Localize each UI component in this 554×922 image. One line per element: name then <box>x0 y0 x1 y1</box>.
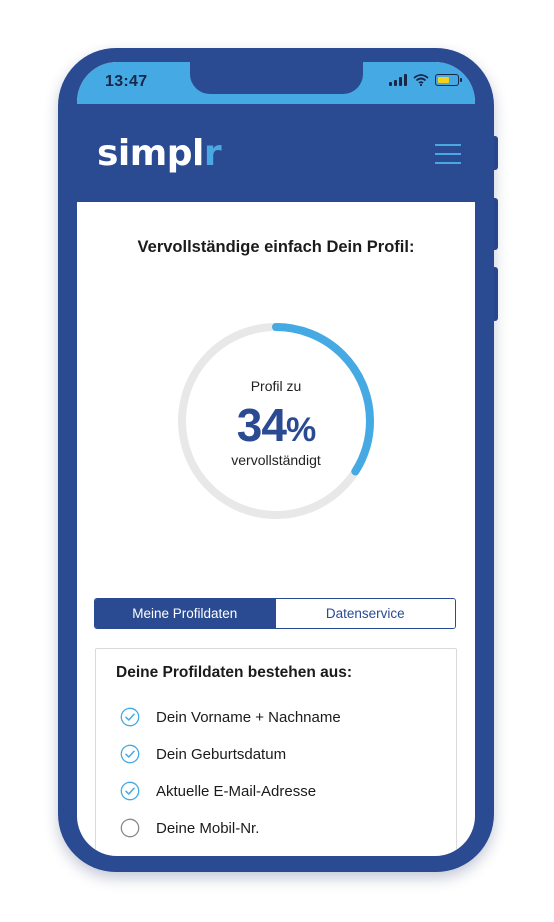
tab-datenservice[interactable]: Datenservice <box>274 599 455 628</box>
list-item: Dein Vorname + Nachname <box>120 707 341 727</box>
status-bar: 13:47 <box>77 62 475 104</box>
simplr-logo[interactable]: simplr <box>97 133 222 174</box>
list-item-label: Dein Vorname + Nachname <box>156 708 341 726</box>
status-icons <box>389 74 462 86</box>
profile-tabs: Meine Profildaten Datenservice <box>94 598 456 629</box>
profile-progress-ring: Profil zu 34% vervollständigt <box>175 320 377 522</box>
list-item-label: Deine Mobil-Nr. <box>156 819 260 837</box>
empty-circle-icon <box>120 818 140 838</box>
check-circle-icon <box>120 707 140 727</box>
progress-value: 34% <box>236 399 316 451</box>
signal-icon <box>389 74 407 86</box>
status-time: 13:47 <box>105 73 148 90</box>
progress-label-bottom: vervollständigt <box>231 452 321 468</box>
list-item-label: Aktuelle E-Mail-Adresse <box>156 782 317 800</box>
check-circle-icon <box>120 781 140 801</box>
hamburger-menu-icon[interactable] <box>435 144 461 164</box>
list-item-label: Dein Geburtsdatum <box>156 745 287 763</box>
progress-label-top: Profil zu <box>250 378 302 394</box>
phone-notch <box>190 62 363 94</box>
check-circle-icon <box>120 744 140 764</box>
card-title: Deine Profildaten bestehen aus: <box>116 664 352 681</box>
profile-title: Vervollständige einfach Dein Profil: <box>137 238 415 256</box>
list-item: Aktuelle E-Mail-Adresse <box>120 781 316 801</box>
phone-screen: 13:47 simplr Vervollständige einfach Dei… <box>77 62 475 856</box>
list-item: Dein Geburtsdatum <box>120 744 286 764</box>
wifi-icon <box>413 74 429 86</box>
app-header: simplr <box>77 104 475 202</box>
battery-icon <box>435 74 462 86</box>
profile-data-card: Deine Profildaten bestehen aus: Dein Vor… <box>95 648 457 856</box>
tab-meine-profildaten[interactable]: Meine Profildaten <box>95 599 275 628</box>
list-item: Deine Mobil-Nr. <box>120 818 259 838</box>
